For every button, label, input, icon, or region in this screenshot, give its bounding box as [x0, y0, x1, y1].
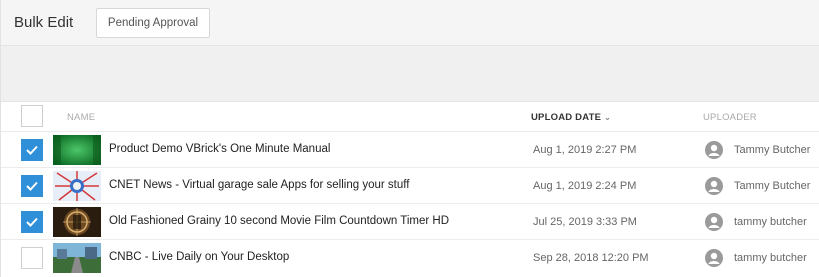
uploader-name: tammy butcher	[734, 216, 807, 228]
tab-pending-approval[interactable]: Pending Approval	[96, 8, 210, 38]
table-row[interactable]: CNBC - Live Daily on Your Desktop Sep 28…	[1, 240, 819, 276]
video-thumbnail[interactable]	[53, 135, 101, 165]
video-title[interactable]: CNBC - Live Daily on Your Desktop	[109, 251, 289, 263]
sort-caret-icon: ⌄	[604, 113, 612, 122]
upload-date: Sep 28, 2018 12:20 PM	[533, 252, 649, 264]
table-header: NAME UPLOAD DATE ⌄ UPLOADER	[1, 102, 819, 132]
column-header-name[interactable]: NAME	[67, 112, 95, 123]
bulk-edit-toolbar	[1, 46, 819, 102]
user-avatar-icon	[705, 249, 723, 267]
bulk-edit-panel: Bulk Edit Pending Approval NAME UPLOAD D…	[0, 0, 819, 277]
news-thumb-icon	[53, 171, 101, 201]
green-screen-thumb-icon	[53, 135, 101, 165]
video-thumbnail[interactable]	[53, 171, 101, 201]
upload-date: Aug 1, 2019 2:27 PM	[533, 144, 637, 156]
column-header-upload-date[interactable]: UPLOAD DATE ⌄	[531, 112, 611, 123]
row-checkbox[interactable]	[21, 139, 43, 161]
upload-date: Jul 25, 2019 3:33 PM	[533, 216, 637, 228]
video-thumbnail[interactable]	[53, 243, 101, 273]
row-checkbox[interactable]	[21, 247, 43, 269]
user-avatar-icon	[705, 213, 723, 231]
user-avatar-icon	[705, 141, 723, 159]
uploader-name: Tammy Butcher	[734, 180, 811, 192]
check-icon	[26, 181, 38, 191]
select-all-checkbox[interactable]	[21, 105, 43, 127]
tab-bar: Bulk Edit Pending Approval	[1, 0, 819, 46]
uploader-name: Tammy Butcher	[734, 144, 811, 156]
video-title[interactable]: Product Demo VBrick's One Minute Manual	[109, 143, 330, 155]
row-checkbox[interactable]	[21, 211, 43, 233]
column-header-upload-date-label: UPLOAD DATE	[531, 112, 602, 123]
countdown-thumb-icon	[53, 207, 101, 237]
uploader-name: tammy butcher	[734, 252, 807, 264]
tab-bulk-edit[interactable]: Bulk Edit	[14, 14, 73, 31]
column-header-uploader[interactable]: UPLOADER	[703, 112, 757, 123]
road-thumb-icon	[53, 243, 101, 273]
upload-date: Aug 1, 2019 2:24 PM	[533, 180, 637, 192]
table-row[interactable]: Old Fashioned Grainy 10 second Movie Fil…	[1, 204, 819, 240]
video-title[interactable]: Old Fashioned Grainy 10 second Movie Fil…	[109, 215, 449, 227]
row-checkbox[interactable]	[21, 175, 43, 197]
check-icon	[26, 145, 38, 155]
video-thumbnail[interactable]	[53, 207, 101, 237]
check-icon	[26, 217, 38, 227]
user-avatar-icon	[705, 177, 723, 195]
video-title[interactable]: CNET News - Virtual garage sale Apps for…	[109, 179, 409, 191]
table-row[interactable]: Product Demo VBrick's One Minute Manual …	[1, 132, 819, 168]
table-row[interactable]: CNET News - Virtual garage sale Apps for…	[1, 168, 819, 204]
